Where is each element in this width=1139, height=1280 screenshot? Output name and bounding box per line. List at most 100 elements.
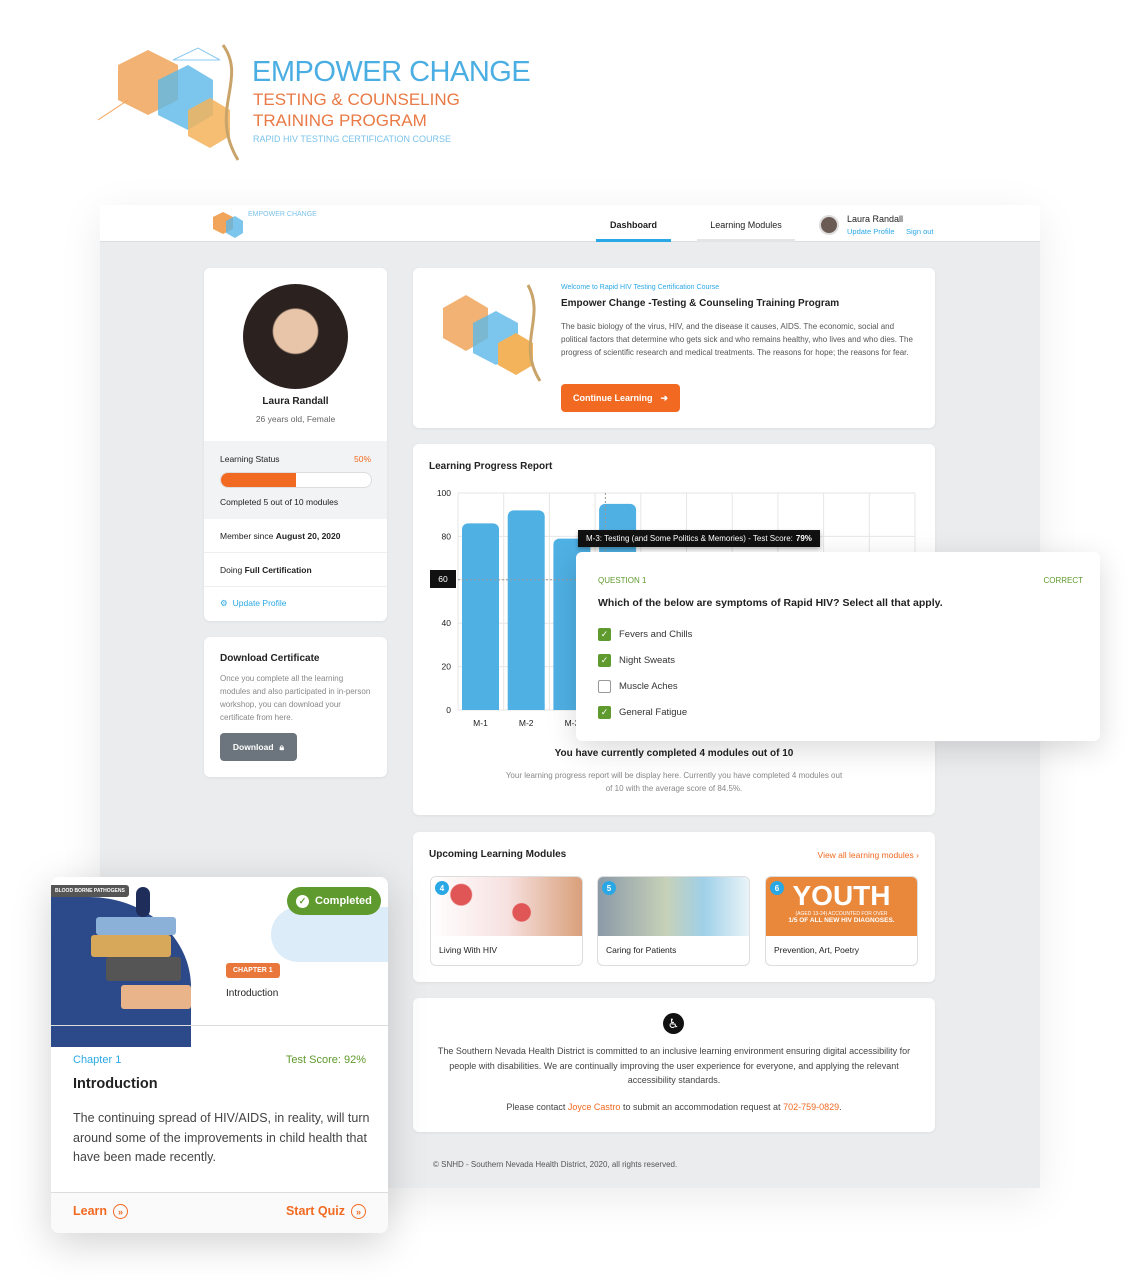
sign-out-link[interactable]: Sign out [906,227,934,236]
answer-option[interactable]: Muscle Aches [598,673,692,699]
member-since: Member since August 20, 2020 [220,531,341,541]
bar-tooltip: M-3: Testing (and Some Politics & Memori… [578,530,820,547]
hero-title: EMPOWER CHANGE [252,56,531,88]
checkbox-checked[interactable]: ✓ [598,705,611,719]
phone-link[interactable]: 702-759-0829 [783,1102,839,1112]
y-marker-label: 60 [430,570,456,588]
certificate-text: Once you complete all the learning modul… [220,674,371,722]
module-card-5[interactable]: 5 Caring for Patients [597,876,750,966]
learning-progress-bar [220,472,372,488]
progress-summary: You have currently completed 4 modules o… [554,748,794,759]
certificate-card: Download Certificate Once you complete a… [204,637,387,777]
learn-button[interactable]: Learn » [73,1204,129,1219]
check-circle-icon: ✓ [296,894,309,908]
avatar[interactable] [819,215,839,235]
progress-note: Your learning progress report will be di… [505,771,843,793]
quiz-card: QUESTION 1 CORRECT Which of the below ar… [576,552,1100,741]
tab-learning-modules[interactable]: Learning Modules [697,220,795,242]
learning-status-label: Learning Status [220,454,280,464]
welcome-kicker: Welcome to Rapid HIV Testing Certificati… [561,284,720,291]
answer-option[interactable]: ✓ Night Sweats [598,647,692,673]
certification-type: Doing Full Certification [220,565,312,575]
accessibility-card: ♿︎ The Southern Nevada Health District i… [413,998,935,1132]
chevron-right-icon: › [916,850,919,860]
progress-fill [221,473,296,487]
checkbox-checked[interactable]: ✓ [598,627,611,641]
tooltip-value: 79% [795,534,812,543]
download-button[interactable]: Download 🔒︎ [220,733,297,761]
chapter-title: Introduction [73,1076,158,1092]
profile-meta: 26 years old, Female [255,414,336,424]
continue-learning-label: Continue Learning [573,393,653,403]
module-title: Caring for Patients [606,945,677,955]
y-tick-label: 0 [446,705,451,715]
hero-subtitle-1: TESTING & COUNSELING [253,90,460,109]
completed-modules-text: Completed 5 out of 10 modules [220,497,339,507]
start-quiz-button[interactable]: Start Quiz » [286,1204,366,1219]
checkbox-checked[interactable]: ✓ [598,653,611,667]
banner-title: YOUTH [792,880,891,911]
chapter-badge: CHAPTER 1 [226,963,280,978]
answer-status: CORRECT [1043,576,1083,585]
x-tick-label: M-2 [519,718,534,728]
bar-M-2 [507,510,545,710]
update-profile-label: Update Profile [232,598,287,608]
upcoming-modules-card: Upcoming Learning Modules View all learn… [413,832,935,982]
download-label: Download [232,742,274,752]
tab-dashboard[interactable]: Dashboard [596,220,671,242]
answer-options: ✓ Fevers and Chills ✓ Night Sweats Muscle Ac… [598,621,692,725]
bar-base [462,704,499,710]
nav-logo[interactable] [208,209,248,239]
module-title: Prevention, Art, Poetry [774,945,860,955]
learning-status-percent: 50% [353,454,371,464]
y-tick-label: 80 [442,531,452,541]
bar-M-1 [462,523,499,710]
lock-icon: 🔒︎ [279,741,285,752]
update-profile-link[interactable]: Update Profile [847,227,895,236]
x-tick-label: M-1 [473,718,488,728]
answer-option-label: Night Sweats [619,654,675,666]
module-card-6[interactable]: 6 YOUTH (AGED 13-24) ACCOUNTED FOR OVER 1/5… [765,876,918,966]
profile-photo [243,284,348,389]
module-image: 6 YOUTH (AGED 13-24) ACCOUNTED FOR OVER 1/5… [766,877,917,936]
tooltip-text: M-3: Testing (and Some Politics & Memori… [586,534,793,543]
answer-option[interactable]: ✓ Fevers and Chills [598,621,692,647]
welcome-card: Welcome to Rapid HIV Testing Certificati… [413,268,935,428]
accessibility-text: The Southern Nevada Health District is c… [437,1046,911,1085]
module-image: 4 [431,877,582,936]
doing-value: Full Certification [244,565,312,575]
learn-label: Learn [73,1204,108,1218]
view-all-modules-link[interactable]: View all learning modules › [818,850,919,860]
course-logo-graphic [443,284,542,382]
module-number-badge: 5 [602,881,616,895]
contact-mid: to submit an accommodation request at [622,1102,781,1112]
question-label: QUESTION 1 [598,576,647,585]
continue-learning-button[interactable]: Continue Learning ➜ [561,384,681,412]
arrow-circle-icon: ➜ [660,392,669,403]
nav-logo-text: EMPOWER CHANGE [248,211,317,218]
image-title: Introduction [226,988,279,999]
category-tag: BLOOD BORNE PATHOGENS [51,885,129,897]
certificate-title: Download Certificate [220,653,320,664]
contact-name-link[interactable]: Joyce Castro [568,1102,621,1112]
module-card-4[interactable]: 4 Living With HIV [430,876,583,966]
chapter-card: BLOOD BORNE PATHOGENS ✓ Completed CHAPTER… [51,877,388,1233]
welcome-title: Empower Change -Testing & Counseling Tra… [561,298,840,309]
module-number-badge: 6 [770,881,784,895]
accessibility-icon: ♿︎ [663,1013,684,1034]
update-profile-button[interactable]: ⚙ Update Profile [220,598,287,609]
completed-label: Completed [315,895,372,907]
checkbox-unchecked[interactable] [598,679,611,693]
bar-base [507,704,545,710]
profile-name: Laura Randall [262,396,329,407]
answer-option-label: Muscle Aches [619,680,678,692]
doing-prefix: Doing [220,565,243,575]
test-score: Test Score: 92% [285,1054,366,1066]
module-image: 5 [598,877,749,936]
hero-subtitle-2: TRAINING PROGRAM [253,111,427,130]
module-number-badge: 4 [435,881,449,895]
hero-tagline: RAPID HIV TESTING CERTIFICATION COURSE [253,134,452,144]
answer-option[interactable]: ✓ General Fatigue [598,699,692,725]
upcoming-title: Upcoming Learning Modules [429,849,567,860]
profile-card: Laura Randall 26 years old, Female Learn… [204,268,387,621]
